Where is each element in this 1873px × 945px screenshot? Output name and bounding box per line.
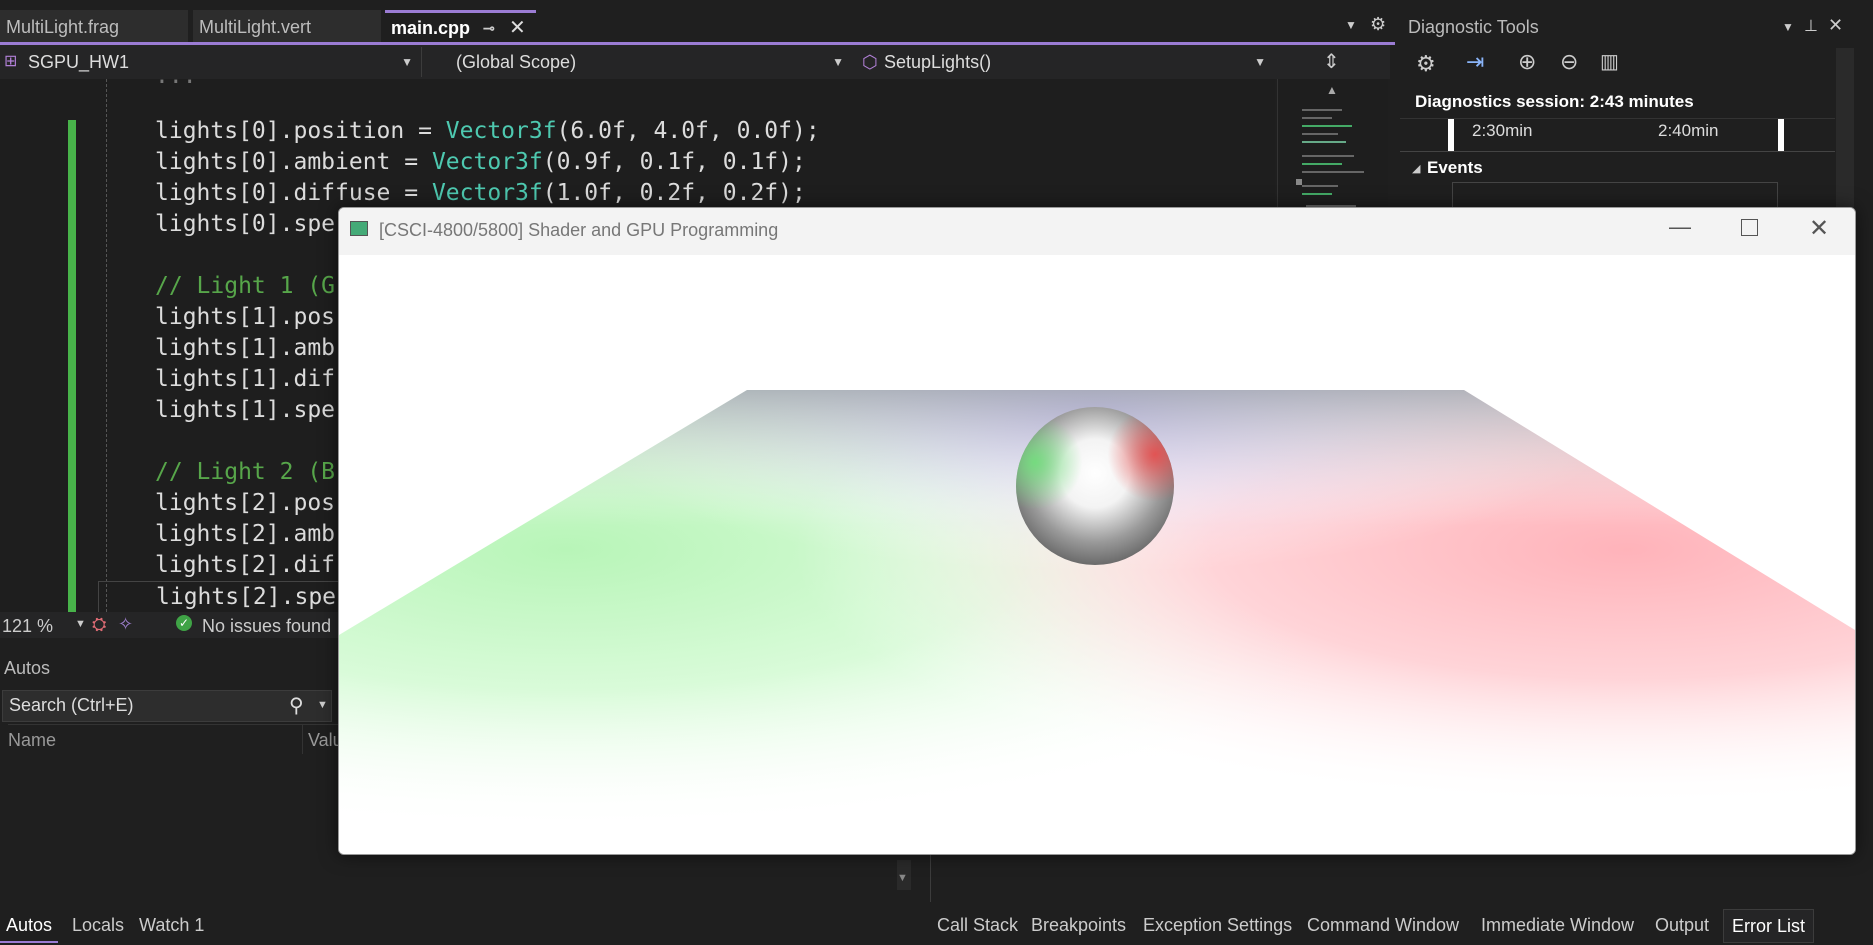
maximize-icon[interactable] bbox=[1741, 219, 1758, 236]
method-icon: ⬡ bbox=[862, 52, 878, 72]
code-line: lights[1].dif bbox=[155, 366, 336, 392]
timeline-ruler[interactable]: 2:30min 2:40min bbox=[1400, 118, 1835, 152]
project-label: SGPU_HW1 bbox=[28, 52, 130, 72]
code-line-partial: ... bbox=[155, 63, 211, 89]
window-titlebar[interactable]: [CSCI-4800/5800] Shader and GPU Programm… bbox=[339, 208, 1855, 255]
close-icon[interactable]: ✕ bbox=[509, 13, 526, 44]
issues-status[interactable]: No issues found bbox=[202, 616, 331, 637]
tab-multilight-frag[interactable]: MultiLight.frag bbox=[0, 10, 188, 44]
search-placeholder: Search (Ctrl+E) bbox=[9, 695, 134, 715]
search-icon[interactable]: ⚲ bbox=[289, 693, 304, 718]
timeline-tick: 2:40min bbox=[1658, 121, 1719, 140]
bottom-tab-bar: Autos Locals Watch 1 Call Stack Breakpoi… bbox=[0, 903, 1873, 945]
indent-guide bbox=[106, 79, 107, 612]
check-circle-icon: ✓ bbox=[176, 615, 192, 631]
app-icon bbox=[350, 221, 368, 236]
function-label: SetupLights() bbox=[884, 52, 992, 72]
code-comment: // Light 2 (B bbox=[155, 459, 336, 485]
tab-label: MultiLight.vert bbox=[199, 17, 312, 37]
pin-icon[interactable]: ⊥ bbox=[1804, 16, 1818, 36]
tab-locals[interactable]: Locals bbox=[72, 909, 124, 941]
code-line: lights[1].spe bbox=[155, 397, 336, 423]
close-icon[interactable]: ✕ bbox=[1809, 214, 1829, 243]
tab-autos[interactable]: Autos bbox=[0, 909, 59, 943]
chevron-down-icon: ▼ bbox=[1254, 55, 1266, 69]
render-viewport[interactable] bbox=[339, 255, 1855, 854]
collapse-icon[interactable]: ◢ bbox=[1412, 162, 1420, 175]
tab-exception-settings[interactable]: Exception Settings bbox=[1143, 909, 1292, 941]
scroll-up-icon[interactable]: ▲ bbox=[1326, 83, 1338, 97]
tab-output[interactable]: Output bbox=[1655, 909, 1709, 941]
tab-breakpoints[interactable]: Breakpoints bbox=[1031, 909, 1126, 941]
diagnostics-session: Diagnostics session: 2:43 minutes bbox=[1415, 92, 1694, 111]
project-icon: ⊞ bbox=[4, 53, 18, 70]
gear-icon[interactable]: ⚙ bbox=[1416, 51, 1436, 77]
chevron-down-icon: ▼ bbox=[832, 55, 844, 69]
code-line: lights[2].pos bbox=[155, 490, 336, 516]
scope-label: (Global Scope) bbox=[456, 52, 577, 72]
autos-title: Autos bbox=[4, 658, 51, 678]
chart-icon[interactable]: ▥ bbox=[1600, 49, 1619, 74]
zoom-level[interactable]: 121 % bbox=[2, 616, 53, 637]
diagnostics-toolbar: ⚙ ⇥ ⊕ ⊖ ▥ bbox=[1400, 45, 1835, 83]
code-line: lights[0].position = Vector3f(6.0f, 4.0f… bbox=[155, 118, 820, 144]
code-line: lights[1].amb bbox=[155, 335, 336, 361]
split-icon[interactable]: ⇕ bbox=[1323, 49, 1340, 74]
tab-label: MultiLight.frag bbox=[6, 17, 120, 37]
code-line-current: lights[2].spe bbox=[98, 581, 342, 614]
timeline-tick: 2:30min bbox=[1472, 121, 1533, 140]
close-icon[interactable]: ✕ bbox=[1828, 15, 1843, 36]
code-line: lights[2].dif bbox=[155, 552, 336, 578]
tab-immediate-window[interactable]: Immediate Window bbox=[1481, 909, 1634, 941]
function-combo[interactable]: ⬡ SetupLights() ▼ bbox=[858, 47, 1274, 77]
rendered-scene bbox=[339, 390, 1855, 854]
gear-icon[interactable]: ⚙ bbox=[1370, 14, 1386, 35]
document-tab-bar: MultiLight.frag MultiLight.vert main.cpp… bbox=[0, 0, 1395, 44]
code-comment: // Light 1 (G bbox=[155, 273, 336, 299]
sphere bbox=[1016, 407, 1174, 565]
tab-label: main.cpp bbox=[391, 18, 471, 38]
code-line: lights[0].ambient = Vector3f(0.9f, 0.1f,… bbox=[155, 149, 806, 175]
window-title: [CSCI-4800/5800] Shader and GPU Programm… bbox=[379, 220, 779, 240]
minimize-icon[interactable]: — bbox=[1669, 214, 1691, 240]
tab-watch-1[interactable]: Watch 1 bbox=[139, 909, 204, 941]
change-indicator-bar bbox=[68, 120, 76, 612]
tab-dropdown-icon[interactable]: ▼ bbox=[1345, 18, 1357, 32]
chevron-down-icon[interactable]: ▼ bbox=[1782, 20, 1794, 34]
code-line: lights[0].diffuse = Vector3f(1.0f, 0.2f,… bbox=[155, 180, 806, 206]
diagnostic-tools-panel: Diagnostic Tools ▼ ⊥ ✕ ⚙ ⇥ ⊕ ⊖ ▥ Diagnos… bbox=[1400, 10, 1843, 211]
scrollbar[interactable]: ▼ bbox=[897, 860, 911, 890]
export-icon[interactable]: ⇥ bbox=[1466, 49, 1484, 75]
chevron-down-icon[interactable]: ▼ bbox=[317, 699, 328, 711]
zoom-out-icon[interactable]: ⊖ bbox=[1560, 49, 1578, 75]
pin-icon[interactable]: ⊸ bbox=[483, 13, 495, 44]
scope-combo[interactable]: (Global Scope) ▼ bbox=[432, 47, 852, 77]
tab-main-cpp[interactable]: main.cpp ⊸ ✕ bbox=[385, 10, 536, 44]
chevron-down-icon[interactable]: ▼ bbox=[75, 618, 86, 630]
events-header[interactable]: Events bbox=[1427, 158, 1483, 178]
copilot-icon[interactable]: ⛭ bbox=[92, 614, 106, 635]
ai-icon[interactable]: ✧ bbox=[118, 614, 133, 635]
column-header-name[interactable]: Name bbox=[8, 730, 56, 751]
search-input[interactable]: Search (Ctrl+E) ⚲ ▼ bbox=[2, 690, 332, 722]
code-line: lights[2].amb bbox=[155, 521, 336, 547]
tab-error-list[interactable]: Error List bbox=[1723, 909, 1815, 943]
opengl-app-window[interactable]: [CSCI-4800/5800] Shader and GPU Programm… bbox=[338, 207, 1856, 855]
project-combo[interactable]: ⊞ SGPU_HW1 ▼ bbox=[0, 47, 422, 77]
code-line: lights[1].pos bbox=[155, 304, 336, 330]
tab-call-stack[interactable]: Call Stack bbox=[937, 909, 1018, 941]
tab-command-window[interactable]: Command Window bbox=[1307, 909, 1459, 941]
diagnostics-title: Diagnostic Tools bbox=[1408, 17, 1539, 37]
zoom-in-icon[interactable]: ⊕ bbox=[1518, 49, 1536, 75]
chevron-down-icon: ▼ bbox=[401, 55, 413, 69]
code-line: lights[0].spe bbox=[155, 211, 336, 237]
tab-multilight-vert[interactable]: MultiLight.vert bbox=[193, 10, 381, 44]
